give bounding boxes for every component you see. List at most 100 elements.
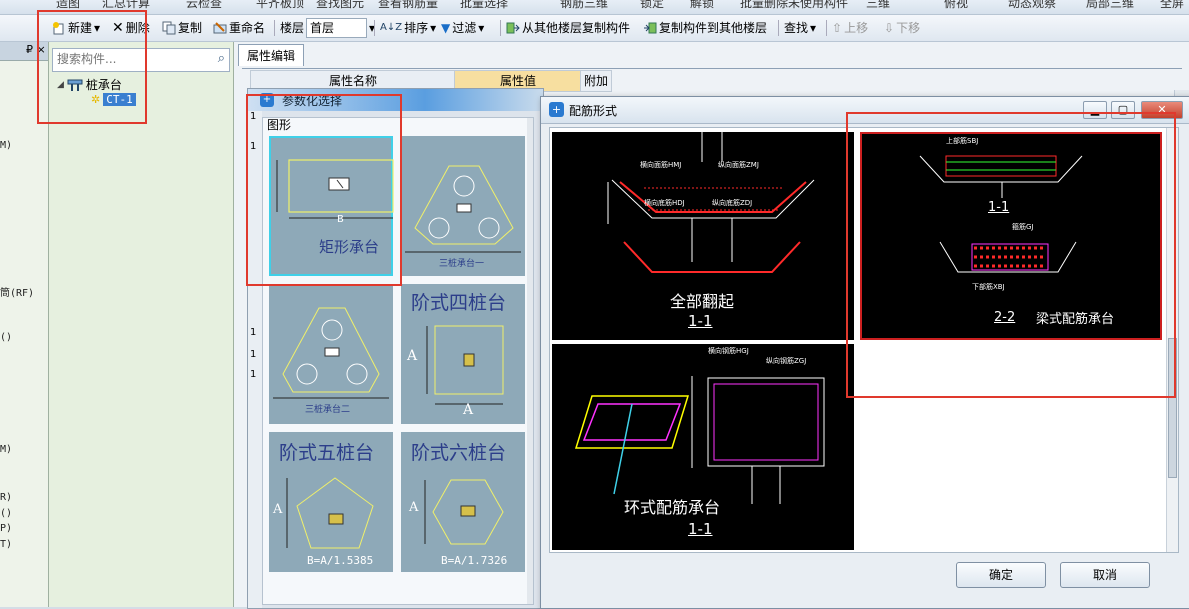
copy-label: 复制	[178, 21, 203, 35]
copy-to-floor-button[interactable]: 复制构件到其他楼层	[643, 18, 767, 38]
shape-caption: 三桩承台二	[305, 405, 351, 415]
copy-icon	[162, 21, 176, 35]
row-number: 1	[250, 349, 257, 360]
nav-item[interactable]: M)	[0, 140, 12, 151]
ribbon-item[interactable]: 平齐板顶	[256, 0, 304, 11]
section-label: 1-1	[688, 520, 713, 538]
rebar-option-ring[interactable]: 横向钢筋HGJ 纵向钢筋ZGJ 环式配筋承台 1-1	[552, 344, 854, 550]
rename-icon	[213, 22, 227, 34]
dim-formula: B=A/1.5385	[307, 554, 374, 567]
nav-item[interactable]: T)	[0, 539, 12, 550]
tab-property-edit[interactable]: 属性编辑	[238, 44, 305, 66]
toolbar-divider	[778, 20, 779, 36]
dim-label: A	[463, 402, 474, 418]
ribbon-item[interactable]: 钢筋三维	[560, 0, 608, 11]
toolbar-divider	[826, 20, 827, 36]
ribbon-item[interactable]: 查找图元	[316, 0, 364, 11]
move-down-label: 下移	[896, 21, 921, 35]
app-icon: +	[549, 102, 564, 117]
ribbon-item[interactable]: 俯视	[944, 0, 968, 11]
dialog-title: 配筋形式	[569, 104, 618, 118]
find-button[interactable]: 查找 ▾	[784, 18, 816, 38]
module-nav-panel: ₽ × M) 筒(RF) () M) R) () P) T)	[0, 42, 49, 607]
floor-selector[interactable]: 楼层 首层 ▾	[280, 18, 375, 38]
three-pile-drawing	[405, 165, 521, 253]
floor-copy-icon	[644, 22, 657, 34]
cad-label: 纵向面筋ZMJ	[718, 161, 759, 169]
highlight-box	[246, 94, 402, 286]
rename-button[interactable]: 重命名	[213, 18, 265, 38]
toolbar-divider	[374, 20, 375, 36]
rename-label: 重命名	[229, 21, 266, 35]
top-ribbon: 造图 汇总计算 云检查 平齐板顶 查找图元 查看钢筋量 批量选择 钢筋三维 锁定…	[0, 0, 1189, 15]
copy-from-label: 从其他楼层复制构件	[522, 21, 631, 35]
nav-item[interactable]: 筒(RF)	[0, 284, 34, 299]
shape-option-stepped-five[interactable]: 阶式五桩台 A B=A/1.5385	[269, 432, 393, 572]
filter-button[interactable]: ▼ 过滤 ▾	[441, 18, 484, 38]
toolbar-divider	[274, 20, 275, 36]
row-number: 1	[250, 327, 257, 338]
search-icon[interactable]: ⌕	[218, 51, 225, 66]
ribbon-item[interactable]: 全屏	[1160, 0, 1184, 11]
shape-option-three-pile-1[interactable]: 三桩承台一	[401, 136, 525, 276]
cad-label: 横向钢筋HGJ	[708, 347, 749, 355]
copy-to-label: 复制构件到其他楼层	[659, 21, 768, 35]
shape-option-three-pile-2[interactable]: 三桩承台二	[269, 284, 393, 424]
cad-label: 纵向底筋ZDJ	[712, 199, 753, 207]
dim-label: A	[407, 348, 418, 364]
ribbon-item[interactable]: 批量删除未使用构件	[740, 0, 848, 11]
cad-label: 横向面筋HMJ	[640, 161, 682, 169]
move-down-button[interactable]: ⇩ 下移	[884, 18, 920, 38]
rebar-option-full-bendup[interactable]: 横向面筋HMJ 纵向面筋ZMJ 横向底筋HDJ 纵向底筋ZDJ 全部翻起 1-1	[552, 132, 854, 340]
ok-button[interactable]: 确定	[956, 562, 1046, 588]
floor-copy-icon	[506, 22, 520, 34]
filter-icon: ▼	[441, 21, 451, 35]
cad-label: 横向底筋HDJ	[644, 199, 685, 207]
copy-from-floor-button[interactable]: 从其他楼层复制构件	[506, 18, 630, 38]
highlight-box	[846, 112, 1176, 398]
find-label: 查找	[784, 21, 809, 35]
component-toolbar: 新建 ▾ ✕ 删除 复制 重命名 楼层 首层 ▾ A↓Z 排序 ▾ ▼ 过滤 ▾ 从其…	[0, 15, 1189, 42]
move-up-button[interactable]: ⇧ 上移	[832, 18, 868, 38]
ribbon-item[interactable]: 三维	[866, 0, 890, 11]
tab-underline	[242, 68, 1182, 69]
dim-formula: B=A/1.7326	[441, 554, 508, 567]
nav-item[interactable]: P)	[0, 523, 12, 534]
copy-button[interactable]: 复制	[162, 18, 202, 38]
option-caption: 环式配筋承台	[624, 498, 721, 517]
sort-label: 排序	[404, 21, 429, 35]
nav-item[interactable]: ()	[0, 508, 12, 519]
component-tree-panel: ⌕ ◢ 桩承台 ✲ CT-1	[49, 42, 234, 607]
chevron-down-icon: ▾	[430, 21, 437, 35]
move-up-label: 上移	[844, 21, 869, 35]
five-pile-drawing	[286, 477, 374, 549]
ribbon-item[interactable]: 局部三维	[1086, 0, 1134, 11]
nav-item[interactable]: M)	[0, 444, 12, 455]
six-pile-drawing	[424, 479, 504, 545]
ribbon-item[interactable]: 动态观察	[1008, 0, 1056, 11]
nav-item[interactable]: R)	[0, 492, 12, 503]
toolbar-divider	[500, 20, 501, 36]
arrow-down-icon: ⇩	[884, 21, 895, 35]
ribbon-item[interactable]: 批量选择	[460, 0, 508, 11]
ribbon-item[interactable]: 查看钢筋量	[378, 0, 438, 11]
cancel-button[interactable]: 取消	[1060, 562, 1150, 588]
shape-option-stepped-four[interactable]: 阶式四桩台 A A	[401, 284, 525, 424]
ribbon-item[interactable]: 云检查	[186, 0, 222, 11]
row-number: 1	[250, 369, 257, 380]
sort-button[interactable]: A↓Z 排序 ▾	[380, 18, 436, 38]
arrow-up-icon: ⇧	[832, 21, 843, 35]
highlight-box	[37, 10, 147, 124]
ribbon-item[interactable]: 解锁	[690, 0, 714, 11]
ribbon-item[interactable]: 锁定	[640, 0, 664, 11]
shape-option-stepped-six[interactable]: 阶式六桩台 A B=A/1.7326	[401, 432, 525, 572]
filter-label: 过滤	[452, 21, 477, 35]
scrollbar[interactable]	[527, 118, 533, 604]
floor-label: 楼层	[280, 21, 305, 35]
floor-select[interactable]: 首层	[306, 18, 368, 38]
option-caption: 全部翻起	[670, 292, 735, 311]
cad-label: 纵向钢筋ZGJ	[766, 357, 807, 365]
chevron-down-icon: ▾	[810, 21, 817, 35]
nav-item[interactable]: ()	[0, 332, 12, 343]
sort-icon: A↓Z	[380, 22, 403, 33]
